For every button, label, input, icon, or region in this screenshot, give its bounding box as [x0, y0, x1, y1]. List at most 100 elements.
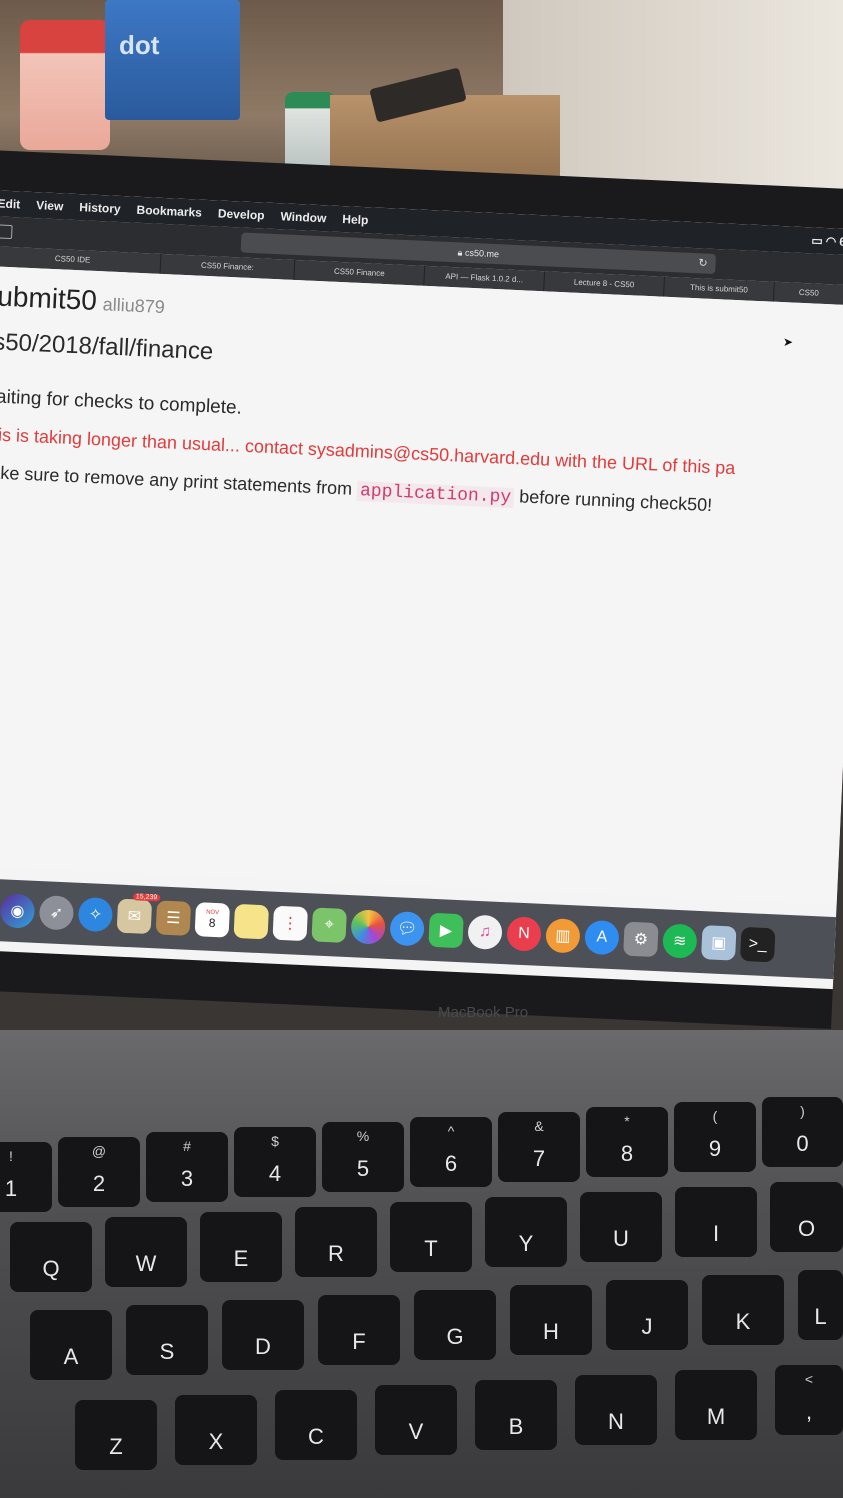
key-3[interactable]: $4 — [234, 1127, 316, 1197]
key-11[interactable]: W — [105, 1217, 187, 1287]
key-25[interactable]: J — [606, 1280, 688, 1350]
safari-icon[interactable]: ✧ — [77, 896, 114, 933]
menu-bookmarks[interactable]: Bookmarks — [136, 203, 202, 220]
menu-view[interactable]: View — [36, 198, 64, 213]
menu-history[interactable]: History — [79, 200, 121, 216]
key-10[interactable]: Q — [10, 1222, 92, 1292]
key-19[interactable]: A — [30, 1310, 112, 1380]
launchpad-icon[interactable]: ➶ — [38, 895, 75, 931]
spotify-icon[interactable]: ≋ — [662, 923, 698, 959]
sidebar-toggle-icon[interactable] — [0, 224, 13, 240]
key-shift-label: % — [356, 1128, 370, 1144]
key-label: W — [135, 1251, 157, 1276]
key-label: R — [328, 1241, 344, 1266]
echo-dot-box: dot — [105, 0, 240, 120]
key-23[interactable]: G — [414, 1290, 496, 1360]
tip-after: before running check50! — [513, 486, 713, 516]
laptop-screen-bezel: Edit View History Bookmarks Develop Wind… — [0, 150, 843, 1030]
contacts-icon[interactable]: ☰ — [155, 900, 192, 936]
status-area: ▭ ◠ 61 — [811, 233, 843, 249]
key-label: M — [706, 1404, 726, 1429]
key-4[interactable]: % 5 — [322, 1122, 404, 1192]
app-store-icon[interactable]: A — [584, 919, 620, 956]
lock-icon: 🔒︎ — [457, 246, 463, 258]
wifi-icon[interactable]: ◠ — [826, 234, 837, 248]
news-icon[interactable]: N — [506, 916, 542, 952]
menu-develop[interactable]: Develop — [218, 206, 265, 222]
key-label: 6 — [444, 1151, 458, 1176]
key-17[interactable]: I — [675, 1187, 757, 1257]
facetime-icon[interactable]: ▶ — [428, 912, 464, 949]
menu-edit[interactable]: Edit — [0, 196, 21, 211]
key-shift-label: * — [624, 1113, 630, 1129]
key-shift-label: ( — [712, 1108, 718, 1124]
reload-icon[interactable]: ↻ — [698, 256, 708, 269]
menu-help[interactable]: Help — [342, 212, 369, 227]
key-35[interactable]: <, — [775, 1365, 843, 1435]
calendar-icon[interactable]: NOV 8 — [194, 902, 231, 938]
key-28[interactable]: Z — [75, 1400, 157, 1470]
books-icon[interactable]: ▥ — [545, 918, 581, 954]
key-label: E — [233, 1246, 249, 1271]
photos-icon[interactable] — [350, 909, 386, 945]
key-18[interactable]: O — [770, 1182, 843, 1252]
menu-window[interactable]: Window — [280, 209, 326, 225]
maps-icon[interactable]: ⌖ — [311, 907, 347, 943]
key-22[interactable]: F — [318, 1295, 400, 1365]
key-label: 2 — [92, 1171, 106, 1196]
key-label: Z — [109, 1434, 123, 1459]
reminders-icon[interactable]: ⋮ — [272, 905, 308, 942]
key-label: K — [735, 1309, 751, 1334]
key-label: S — [159, 1339, 175, 1364]
key-label: U — [613, 1226, 629, 1251]
key-31[interactable]: V — [375, 1385, 457, 1455]
messages-icon[interactable]: 💬︎ — [389, 910, 425, 947]
preview-icon[interactable]: ▣ — [701, 925, 737, 961]
key-shift-label: < — [804, 1371, 814, 1387]
key-0[interactable]: ! 1 — [0, 1142, 52, 1212]
key-14[interactable]: T — [390, 1202, 472, 1272]
key-33[interactable]: N — [575, 1375, 657, 1445]
key-label: Q — [42, 1256, 60, 1281]
key-27[interactable]: L — [798, 1270, 843, 1340]
key-5[interactable]: ^ 6 — [410, 1117, 492, 1187]
calendar-day: 8 — [208, 915, 216, 931]
key-29[interactable]: X — [175, 1395, 257, 1465]
key-24[interactable]: H — [510, 1285, 592, 1355]
key-16[interactable]: U — [580, 1192, 662, 1262]
key-label: J — [641, 1314, 653, 1339]
mail-icon[interactable]: ✉ 15,239 — [116, 893, 161, 935]
siri-icon[interactable]: ◉ — [0, 893, 36, 929]
notes-icon[interactable] — [233, 903, 270, 940]
status-text: 61 — [839, 234, 843, 250]
key-1[interactable]: @2 — [58, 1137, 140, 1207]
jar-object — [20, 20, 110, 150]
key-2[interactable]: #3 — [146, 1132, 228, 1202]
key-shift-label: # — [183, 1138, 191, 1154]
key-label: C — [308, 1424, 324, 1449]
key-label: 7 — [532, 1146, 546, 1171]
key-shift-label: ^ — [447, 1123, 455, 1139]
key-21[interactable]: D — [222, 1300, 304, 1370]
airplay-icon[interactable]: ▭ — [811, 233, 823, 248]
key-7[interactable]: * 8 — [586, 1107, 668, 1177]
key-6[interactable]: & 7 — [498, 1112, 580, 1182]
key-26[interactable]: K — [702, 1275, 784, 1345]
key-label: N — [608, 1409, 624, 1434]
key-shift-label: @ — [91, 1143, 107, 1159]
key-34[interactable]: M — [675, 1370, 757, 1440]
key-15[interactable]: Y — [485, 1197, 567, 1267]
key-12[interactable]: E — [200, 1212, 282, 1282]
key-label: F — [352, 1329, 366, 1354]
key-9[interactable]: ) 0 — [762, 1097, 843, 1167]
itunes-icon[interactable]: ♫ — [467, 914, 503, 951]
key-30[interactable]: C — [275, 1390, 357, 1460]
key-20[interactable]: S — [126, 1305, 208, 1375]
key-label: V — [408, 1419, 424, 1444]
system-preferences-icon[interactable]: ⚙ — [623, 921, 659, 958]
terminal-icon[interactable]: >_ — [739, 926, 776, 963]
key-13[interactable]: R — [295, 1207, 377, 1277]
key-32[interactable]: B — [475, 1380, 557, 1450]
key-8[interactable]: (9 — [674, 1102, 756, 1172]
key-label: Y — [518, 1231, 534, 1256]
